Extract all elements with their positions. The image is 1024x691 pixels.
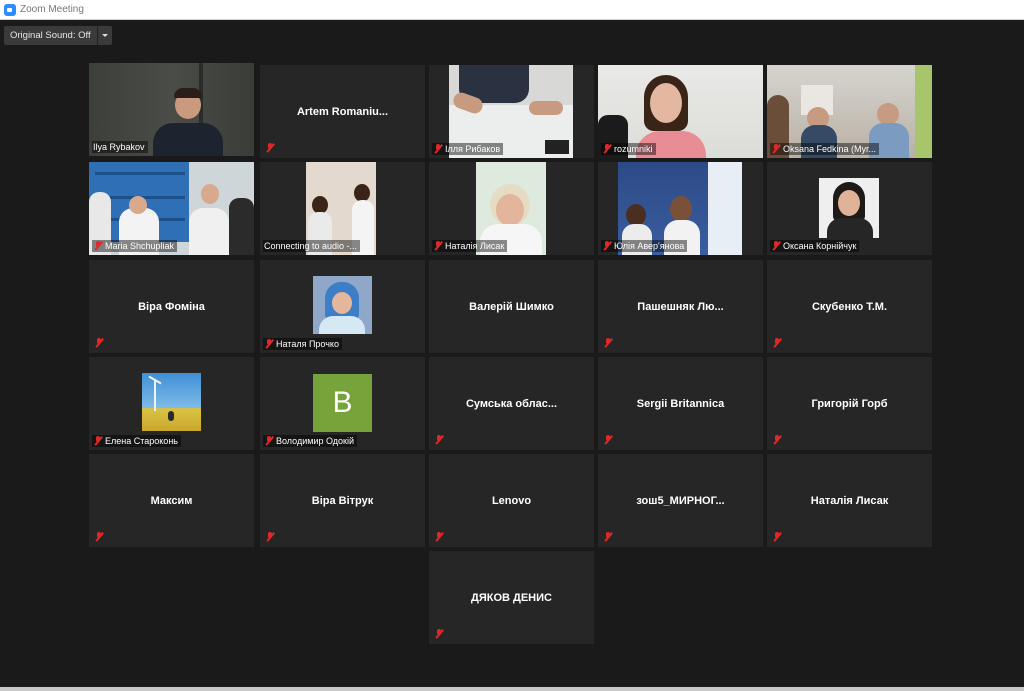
participant-tile[interactable]: B Володимир Одокій (260, 357, 425, 450)
participant-name: Lenovo (491, 494, 532, 507)
avatar: B (313, 374, 372, 432)
muted-mic-icon (433, 241, 443, 251)
muted-mic-icon (264, 339, 274, 349)
muted-mic-icon (264, 436, 274, 446)
participant-tile[interactable]: Наталя Прочко (260, 260, 425, 353)
muted-mic-icon (434, 629, 444, 639)
participant-tile[interactable]: Юлія Авер'янова (598, 162, 763, 255)
participant-name-label: Наталія Лисак (432, 240, 508, 252)
muted-mic-icon (772, 435, 782, 445)
muted-mic-icon (771, 241, 781, 251)
participant-name-label: rozumniki (601, 143, 656, 155)
muted-mic-icon (772, 338, 782, 348)
participant-tile[interactable]: Наталія Лисак (429, 162, 594, 255)
participant-name: Пашешняк Лю... (637, 300, 724, 313)
meeting-gallery: Original Sound: Off Ilya Rybakov Artem R… (0, 20, 1024, 687)
muted-mic-icon (771, 144, 781, 154)
participant-tile[interactable]: ДЯКОВ ДЕНИС (429, 551, 594, 644)
participant-tile[interactable]: Пашешняк Лю... (598, 260, 763, 353)
muted-mic-icon (602, 144, 612, 154)
participant-name-label: Ілля Рибаков (432, 143, 504, 155)
muted-mic-icon (93, 241, 103, 251)
muted-mic-icon (434, 435, 444, 445)
participant-name-label: Connecting to audio -... (263, 240, 361, 252)
participant-name: Сумська облас... (465, 397, 558, 410)
muted-mic-icon (265, 143, 275, 153)
participant-name: Валерій Шимко (469, 300, 554, 313)
participant-tile[interactable]: зош5_МИРНОГ... (598, 454, 763, 547)
muted-mic-icon (602, 241, 612, 251)
participant-name: Григорій Горб (811, 397, 888, 410)
muted-mic-icon (434, 532, 444, 542)
participant-name: Скубенко Т.М. (811, 300, 887, 313)
participant-name-label: Maria Shchupliak (92, 240, 178, 252)
participant-tile[interactable]: Artem Romaniu... (260, 65, 425, 158)
participant-name: зош5_МИРНОГ... (636, 494, 725, 507)
participant-name-label: Наталя Прочко (263, 338, 342, 350)
participant-tile[interactable]: Максим (89, 454, 254, 547)
participant-name-label: Елена Староконь (92, 435, 181, 447)
muted-mic-icon (603, 435, 613, 445)
original-sound-button[interactable]: Original Sound: Off (4, 26, 112, 45)
participant-tile[interactable]: Сумська облас... (429, 357, 594, 450)
title-bar: Zoom Meeting (0, 0, 1024, 20)
muted-mic-icon (93, 436, 103, 446)
participant-name-label: Володимир Одокій (263, 435, 357, 447)
muted-mic-icon (94, 338, 104, 348)
muted-mic-icon (265, 532, 275, 542)
participant-tile[interactable]: Наталія Лисак (767, 454, 932, 547)
participant-tile[interactable]: rozumniki (598, 65, 763, 158)
participant-name: ДЯКОВ ДЕНИС (471, 591, 552, 604)
participant-name: Максим (150, 494, 193, 507)
participant-name-label: Оксана Корнійчук (770, 240, 860, 252)
muted-mic-icon (603, 338, 613, 348)
participant-tile[interactable]: Скубенко Т.М. (767, 260, 932, 353)
participant-tile-ilya-rybakov[interactable]: Ilya Rybakov (89, 63, 254, 156)
participant-tile[interactable]: Григорій Горб (767, 357, 932, 450)
participant-tile[interactable]: Oksana Fedkina (Myr... (767, 65, 932, 158)
participant-tile[interactable]: Sergii Britannica (598, 357, 763, 450)
window-bottom-border (0, 687, 1024, 691)
muted-mic-icon (772, 532, 782, 542)
participant-video (819, 178, 879, 238)
participant-tile[interactable]: Connecting to audio -... (260, 162, 425, 255)
participant-tile[interactable]: Ілля Рибаков (429, 65, 594, 158)
participant-name-label: Oksana Fedkina (Myr... (770, 143, 880, 155)
chevron-down-icon[interactable] (97, 26, 112, 45)
participant-video (142, 373, 201, 431)
participant-name: Віра Фоміна (138, 300, 205, 313)
window-title: Zoom Meeting (20, 4, 84, 15)
participant-tile[interactable]: Віра Фоміна (89, 260, 254, 353)
muted-mic-icon (94, 532, 104, 542)
participant-tile[interactable]: Maria Shchupliak (89, 162, 254, 255)
muted-mic-icon (433, 144, 443, 154)
participant-name: Віра Вітрук (311, 494, 374, 507)
participant-tile[interactable]: Валерій Шимко (429, 260, 594, 353)
participant-name-label: Юлія Авер'янова (601, 240, 688, 252)
participant-name: Наталія Лисак (810, 494, 889, 507)
participant-name: Sergii Britannica (636, 397, 725, 410)
muted-mic-icon (603, 532, 613, 542)
participant-name: Artem Romaniu... (296, 105, 389, 118)
original-sound-label[interactable]: Original Sound: Off (4, 26, 98, 45)
zoom-logo-icon (4, 3, 16, 16)
participant-tile[interactable]: Елена Староконь (89, 357, 254, 450)
participant-video (313, 276, 372, 334)
participant-tile[interactable]: Lenovo (429, 454, 594, 547)
participant-name-label: Ilya Rybakov (92, 141, 148, 153)
participant-tile[interactable]: Віра Вітрук (260, 454, 425, 547)
participant-tile[interactable]: Оксана Корнійчук (767, 162, 932, 255)
